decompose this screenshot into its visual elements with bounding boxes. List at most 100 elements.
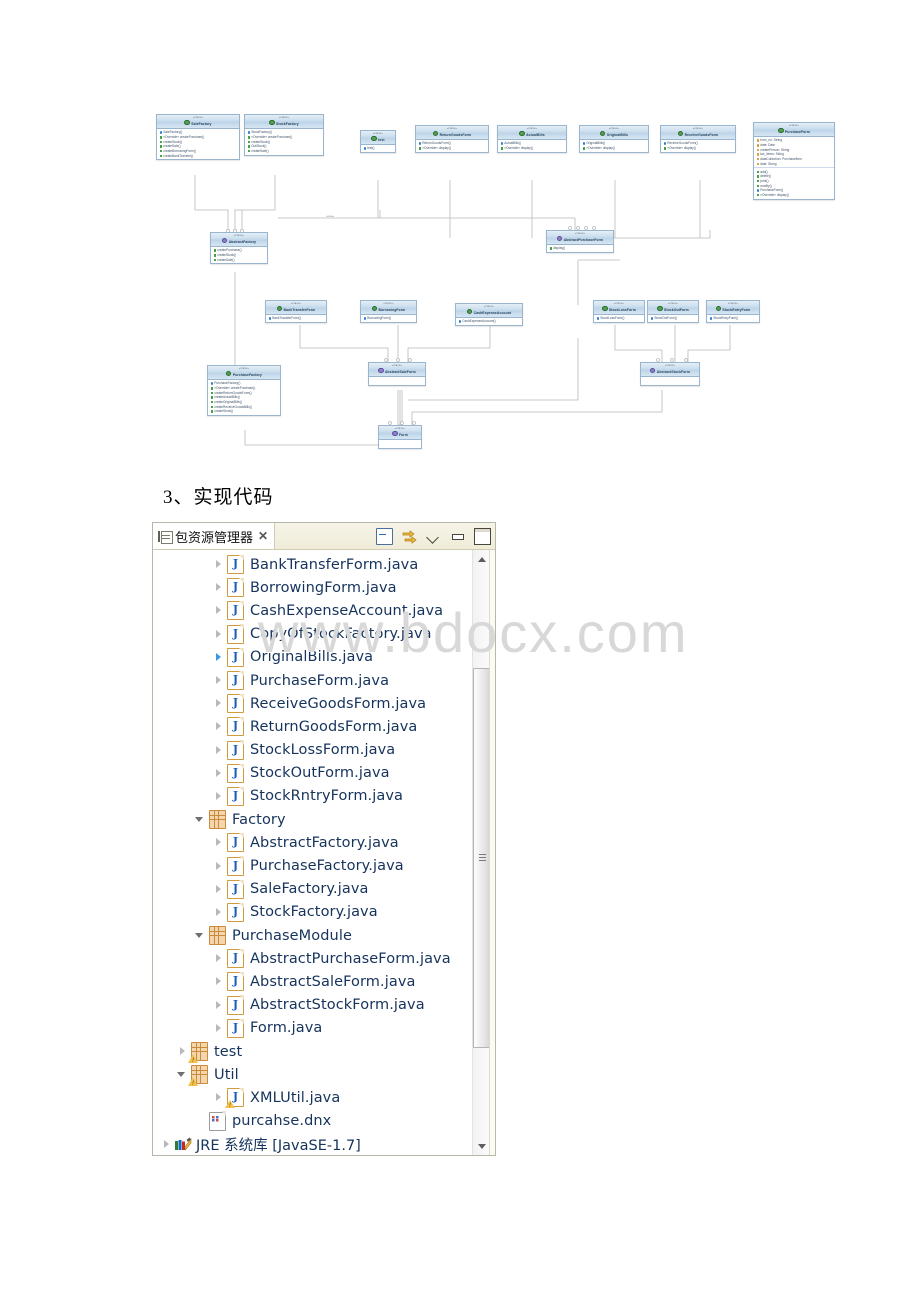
uml-class-returngoodsform: «class» ReturnGoodsForm ReturnGoodsForm(… (415, 125, 489, 153)
java-file-icon (227, 1018, 245, 1038)
expand-arrow-icon[interactable] (213, 1000, 224, 1011)
expand-arrow-icon[interactable] (213, 559, 224, 570)
tree-item[interactable]: BorrowingForm.java (153, 576, 467, 599)
tree-item-purcahse-dnx[interactable]: purcahse.dnx (153, 1110, 467, 1133)
uml-members: CashExpenseAccount() (456, 318, 522, 325)
tree-item[interactable]: StockOutForm.java (153, 762, 467, 785)
tree-item-jre-library[interactable]: JRE 系统库 [JavaSE-1.7] (153, 1133, 467, 1155)
uml-member: StockLossForm() (596, 316, 642, 321)
expand-arrow-icon[interactable] (213, 861, 224, 872)
uml-members: ReceiveGoodsForm() «Override» display() (661, 140, 735, 152)
uml-class-name: PurchaseFactory (208, 371, 280, 378)
uml-class-name: AbstractFactory (211, 238, 267, 245)
no-arrow-spacer (195, 1116, 206, 1127)
uml-member: createSale() (247, 149, 321, 154)
tree-item[interactable]: SaleFactory.java (153, 878, 467, 901)
tree-item[interactable]: AbstractFactory.java (153, 831, 467, 854)
tree-item[interactable]: CashExpenseAccount.java (153, 599, 467, 622)
scroll-up-arrow-icon[interactable] (473, 550, 490, 567)
tree-item[interactable]: XMLUtil.java (153, 1086, 467, 1109)
expand-arrow-icon[interactable] (213, 745, 224, 756)
tree-item-label: Util (214, 1066, 239, 1083)
uml-class-header: «class» StockLossForm (594, 301, 644, 316)
expand-arrow-icon[interactable] (213, 675, 224, 686)
tree-item[interactable]: PurchaseFactory.java (153, 854, 467, 877)
expand-arrow-icon[interactable] (213, 953, 224, 964)
tree-item[interactable]: StockLossForm.java (153, 739, 467, 762)
minimize-icon[interactable] (450, 529, 465, 544)
vertical-scrollbar[interactable] (472, 550, 492, 1155)
java-file-icon (227, 972, 245, 992)
tree-item[interactable]: CopyOfStockFactory.java (153, 623, 467, 646)
tree-item[interactable]: AbstractSaleForm.java (153, 970, 467, 993)
java-file-icon (227, 995, 245, 1015)
tree-item[interactable]: AbstractStockForm.java (153, 994, 467, 1017)
uml-members: SaleFactory() «Override» createPurchase(… (157, 129, 239, 159)
uml-members: test() (361, 145, 395, 152)
package-warning-icon (188, 1042, 208, 1064)
tree-item[interactable]: StockFactory.java (153, 901, 467, 924)
close-icon[interactable]: ✕ (258, 530, 268, 542)
tree-item-package-test[interactable]: test (153, 1040, 467, 1064)
uml-member: «Override» display() (418, 146, 486, 151)
expand-arrow-icon[interactable] (213, 1023, 224, 1034)
collapse-all-icon[interactable] (376, 527, 393, 545)
uml-class-name: ReceiveGoodsForm (661, 131, 735, 138)
tree-item-package-util[interactable]: Util (153, 1063, 467, 1087)
expand-arrow-icon[interactable] (213, 629, 224, 640)
tree-item-label: CashExpenseAccount.java (250, 602, 444, 619)
tree-item[interactable]: StockRntryForm.java (153, 785, 467, 808)
tab-package-explorer[interactable]: 包资源管理器 ✕ (153, 523, 276, 549)
tree-item-label: SaleFactory.java (250, 881, 369, 898)
uml-member: CashExpenseAccount() (458, 319, 520, 324)
expand-arrow-icon[interactable] (213, 721, 224, 732)
uml-class-header: «class» AbstractFactory (211, 233, 267, 248)
tree-item[interactable]: Form.java (153, 1017, 467, 1040)
tree-item[interactable]: PurchaseForm.java (153, 669, 467, 692)
collapse-arrow-icon[interactable] (195, 930, 206, 941)
java-file-icon (227, 624, 245, 644)
uml-member: test() (363, 146, 393, 151)
tree-item[interactable]: OriginalBills.java (153, 646, 467, 669)
tree-item-label: StockLossForm.java (250, 742, 396, 759)
uml-class-header: «class» SaleFactory (157, 115, 239, 130)
expand-arrow-icon[interactable] (213, 791, 224, 802)
java-file-icon (227, 740, 245, 760)
collapse-arrow-icon[interactable] (195, 814, 206, 825)
expand-arrow-icon[interactable] (213, 1092, 224, 1103)
link-with-editor-icon[interactable] (402, 529, 417, 544)
expand-arrow-icon[interactable] (177, 1046, 188, 1057)
tree-item-label: test (214, 1043, 243, 1060)
uml-class-header: «class» StockRntryForm (707, 301, 759, 316)
expand-arrow-icon[interactable] (213, 698, 224, 709)
view-menu-chevron-down-icon[interactable] (426, 529, 441, 544)
expand-arrow-icon[interactable] (213, 605, 224, 616)
tree-item[interactable]: BankTransferForm.java (153, 553, 467, 576)
expand-arrow-icon[interactable] (213, 884, 224, 895)
expand-arrow-icon[interactable] (213, 652, 224, 663)
uml-class-name: StockOutForm (648, 306, 698, 313)
tree-item-package-factory[interactable]: Factory (153, 808, 467, 831)
uml-fields: form_no: String date: Date createPerson:… (754, 137, 834, 169)
tree-item[interactable]: AbstractPurchaseForm.java (153, 947, 467, 970)
scroll-down-arrow-icon[interactable] (473, 1138, 490, 1155)
tree-item[interactable]: ReceiveGoodsForm.java (153, 692, 467, 715)
expand-arrow-icon[interactable] (213, 837, 224, 848)
expand-arrow-icon[interactable] (213, 907, 224, 918)
expand-arrow-icon[interactable] (213, 976, 224, 987)
uml-class-header: «class» OriginalBills (580, 126, 648, 141)
collapse-arrow-icon[interactable] (177, 1069, 188, 1080)
expand-arrow-icon[interactable] (213, 582, 224, 593)
tree-item-package-purchasemodule[interactable]: PurchaseModule (153, 924, 467, 947)
uml-member: «Override» display() (582, 146, 646, 151)
uml-members (379, 440, 421, 447)
uml-members: BankTransferForm() (266, 315, 326, 322)
tree-item[interactable]: ReturnGoodsForm.java (153, 715, 467, 738)
uml-class-diagram: «use» «use» «class» SaleFactory SaleFact… (150, 100, 870, 470)
java-file-icon (227, 554, 245, 575)
maximize-icon[interactable] (474, 527, 491, 545)
uml-class-name: BorrowingForm (361, 306, 416, 313)
java-file-icon (227, 856, 245, 876)
expand-arrow-icon[interactable] (213, 768, 224, 779)
expand-arrow-icon[interactable] (161, 1139, 172, 1150)
